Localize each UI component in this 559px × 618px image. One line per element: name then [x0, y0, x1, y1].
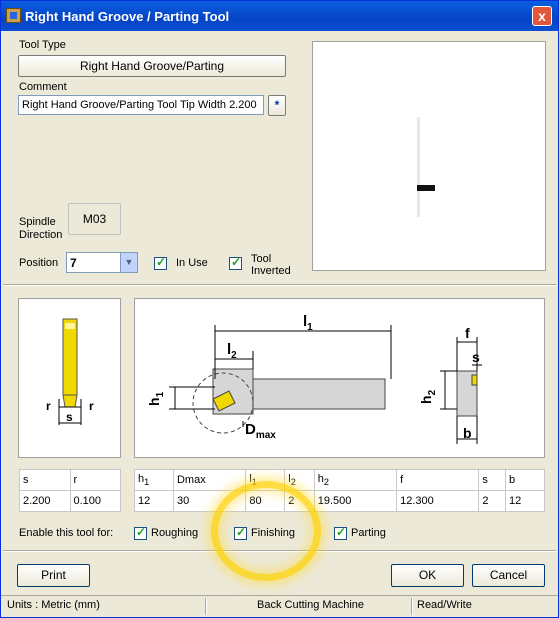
click-highlight-ring [211, 481, 321, 581]
comment-label: Comment [19, 81, 67, 93]
comment-symbol-button[interactable]: * [268, 95, 286, 116]
s-label: s [66, 410, 73, 424]
comment-field[interactable]: Right Hand Groove/Parting Tool Tip Width… [18, 95, 264, 115]
dialog-window: Right Hand Groove / Parting Tool x Tool … [0, 0, 559, 618]
table-cell[interactable]: 19.500 [313, 490, 398, 512]
tool-type-label: Tool Type [19, 39, 66, 51]
parting-label: Parting [351, 527, 386, 539]
in-use-checkbox[interactable] [154, 255, 167, 270]
table-header-cell: b [504, 469, 546, 491]
window-title: Right Hand Groove / Parting Tool [25, 9, 230, 24]
app-icon [6, 8, 21, 23]
tool-type-button[interactable]: Right Hand Groove/Parting [18, 55, 286, 77]
preview-tool-tip [417, 185, 435, 191]
tool-dimension-diagram: l1 l2 h1 Dmax f s h2 b [134, 298, 545, 458]
table-header-cell: r [69, 469, 121, 491]
table-header-cell: Dmax [172, 469, 247, 491]
enable-for-label: Enable this tool for: [19, 527, 114, 539]
ok-button[interactable]: OK [391, 564, 464, 587]
title-bar: Right Hand Groove / Parting Tool x [1, 1, 558, 31]
table-cell[interactable]: 2 [478, 490, 506, 512]
in-use-label: In Use [176, 257, 208, 269]
spindle-label-line2: Direction [19, 229, 63, 241]
table-row: 2.200 0.100 [19, 490, 121, 512]
table-header-cell: f [396, 469, 480, 491]
chevron-down-icon[interactable]: ▼ [120, 253, 137, 272]
table-cell[interactable]: 12 [504, 490, 546, 512]
table-header-row: h1 Dmax l1 l2 h2 f s b [134, 469, 546, 491]
status-divider [205, 598, 207, 615]
status-units: Units : Metric (mm) [7, 599, 100, 611]
l2-label: l2 [227, 341, 237, 361]
table-cell[interactable]: 0.100 [69, 490, 121, 512]
table-cell[interactable]: 2.200 [19, 490, 71, 512]
status-bar: Units : Metric (mm) Back Cutting Machine… [1, 595, 558, 617]
tool-tip-diagram: r r s [18, 298, 121, 458]
tool-tip-svg [58, 318, 82, 425]
r-right-label: r [89, 399, 94, 413]
status-mode: Read/Write [417, 599, 472, 611]
table-cell[interactable]: 12.300 [396, 490, 480, 512]
position-value: 7 [70, 256, 77, 270]
tool-inverted-label-line1: Tool [251, 253, 272, 265]
table-header-cell: h2 [313, 469, 398, 491]
s-dim-label: s [472, 349, 480, 365]
h1-label: h1 [146, 391, 166, 406]
tool-preview-panel [312, 41, 546, 271]
cancel-button[interactable]: Cancel [472, 564, 545, 587]
table-row: 12 30 80 2 19.500 12.300 2 12 [134, 490, 546, 512]
tool-inverted-label-line2: Inverted [251, 265, 291, 277]
position-select[interactable]: 7 ▼ [66, 252, 138, 273]
dmax-label: Dmax [245, 421, 276, 441]
parting-checkbox[interactable] [334, 525, 347, 540]
status-machine: Back Cutting Machine [257, 599, 364, 611]
separator-top [3, 284, 556, 286]
close-button[interactable]: x [532, 6, 552, 26]
status-divider [411, 598, 413, 615]
r-left-label: r [46, 399, 51, 413]
tool-inverted-checkbox[interactable] [229, 255, 242, 270]
roughing-checkbox[interactable] [134, 525, 147, 540]
table-header-row: s r [19, 469, 121, 491]
table-header-cell: s [19, 469, 71, 491]
l1-label: l1 [303, 313, 313, 333]
tip-table: s r 2.200 0.100 [19, 469, 121, 512]
roughing-label: Roughing [151, 527, 199, 539]
f-label: f [465, 325, 470, 341]
dimension-svg [169, 325, 482, 444]
h2-label: h2 [418, 389, 438, 404]
spindle-label-line1: Spindle [19, 216, 56, 228]
dimension-table: h1 Dmax l1 l2 h2 f s b 12 30 80 2 19.500… [134, 469, 546, 512]
table-header-cell: s [478, 469, 506, 491]
preview-shank [417, 117, 420, 217]
spindle-direction-button[interactable]: M03 [68, 203, 121, 235]
table-cell[interactable]: 12 [134, 490, 174, 512]
position-label: Position [19, 257, 59, 269]
table-header-cell: h1 [134, 469, 174, 491]
print-button[interactable]: Print [17, 564, 90, 587]
b-label: b [463, 425, 472, 441]
